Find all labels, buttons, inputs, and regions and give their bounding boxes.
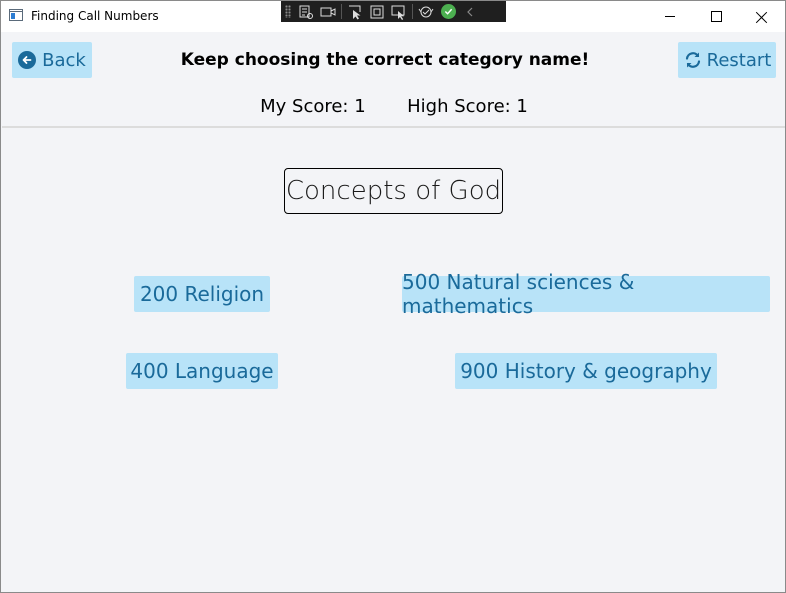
window-title: Finding Call Numbers xyxy=(31,9,159,23)
minimize-icon xyxy=(665,16,675,17)
minimize-button[interactable] xyxy=(647,1,693,32)
hot-reload-icon[interactable] xyxy=(415,1,437,22)
back-button[interactable]: Back xyxy=(12,42,92,78)
option-button-400[interactable]: 400 Language xyxy=(126,353,278,389)
app-window: Finding Call Numbers Back Keep choosing … xyxy=(0,0,786,593)
maximize-icon xyxy=(710,11,722,22)
track-focus-icon[interactable] xyxy=(388,1,410,22)
restart-label: Restart xyxy=(706,49,772,71)
live-visual-tree-icon[interactable] xyxy=(295,1,317,22)
high-score: High Score: 1 xyxy=(407,96,528,117)
option-button-500[interactable]: 500 Natural sciences & mathematics xyxy=(402,270,770,318)
back-label: Back xyxy=(42,49,86,71)
video-icon[interactable] xyxy=(317,1,339,22)
restart-button[interactable]: Restart xyxy=(678,42,776,78)
option-button-900[interactable]: 900 History & geography xyxy=(455,353,717,389)
maximize-button[interactable] xyxy=(693,1,739,32)
select-element-icon[interactable] xyxy=(344,1,366,22)
close-button[interactable] xyxy=(739,1,785,32)
toolbar-separator xyxy=(341,4,342,19)
toolbar-separator xyxy=(412,4,413,19)
collapse-chevron-icon[interactable] xyxy=(459,1,481,22)
toolbar-grip[interactable] xyxy=(285,5,291,18)
status-check-icon[interactable] xyxy=(437,1,459,22)
instruction-heading: Keep choosing the correct category name! xyxy=(180,50,590,70)
option-button-200[interactable]: 200 Religion xyxy=(134,276,270,312)
restart-icon xyxy=(683,50,703,70)
debug-toolbar xyxy=(281,1,506,22)
score-bar: My Score: 1 High Score: 1 xyxy=(1,96,786,117)
concept-prompt: Concepts of God xyxy=(284,168,503,214)
app-icon xyxy=(9,9,23,21)
display-layout-adorners-icon[interactable] xyxy=(366,1,388,22)
header-divider xyxy=(2,126,785,128)
close-icon xyxy=(756,11,768,23)
back-arrow-icon xyxy=(18,51,37,69)
my-score: My Score: 1 xyxy=(260,96,366,117)
